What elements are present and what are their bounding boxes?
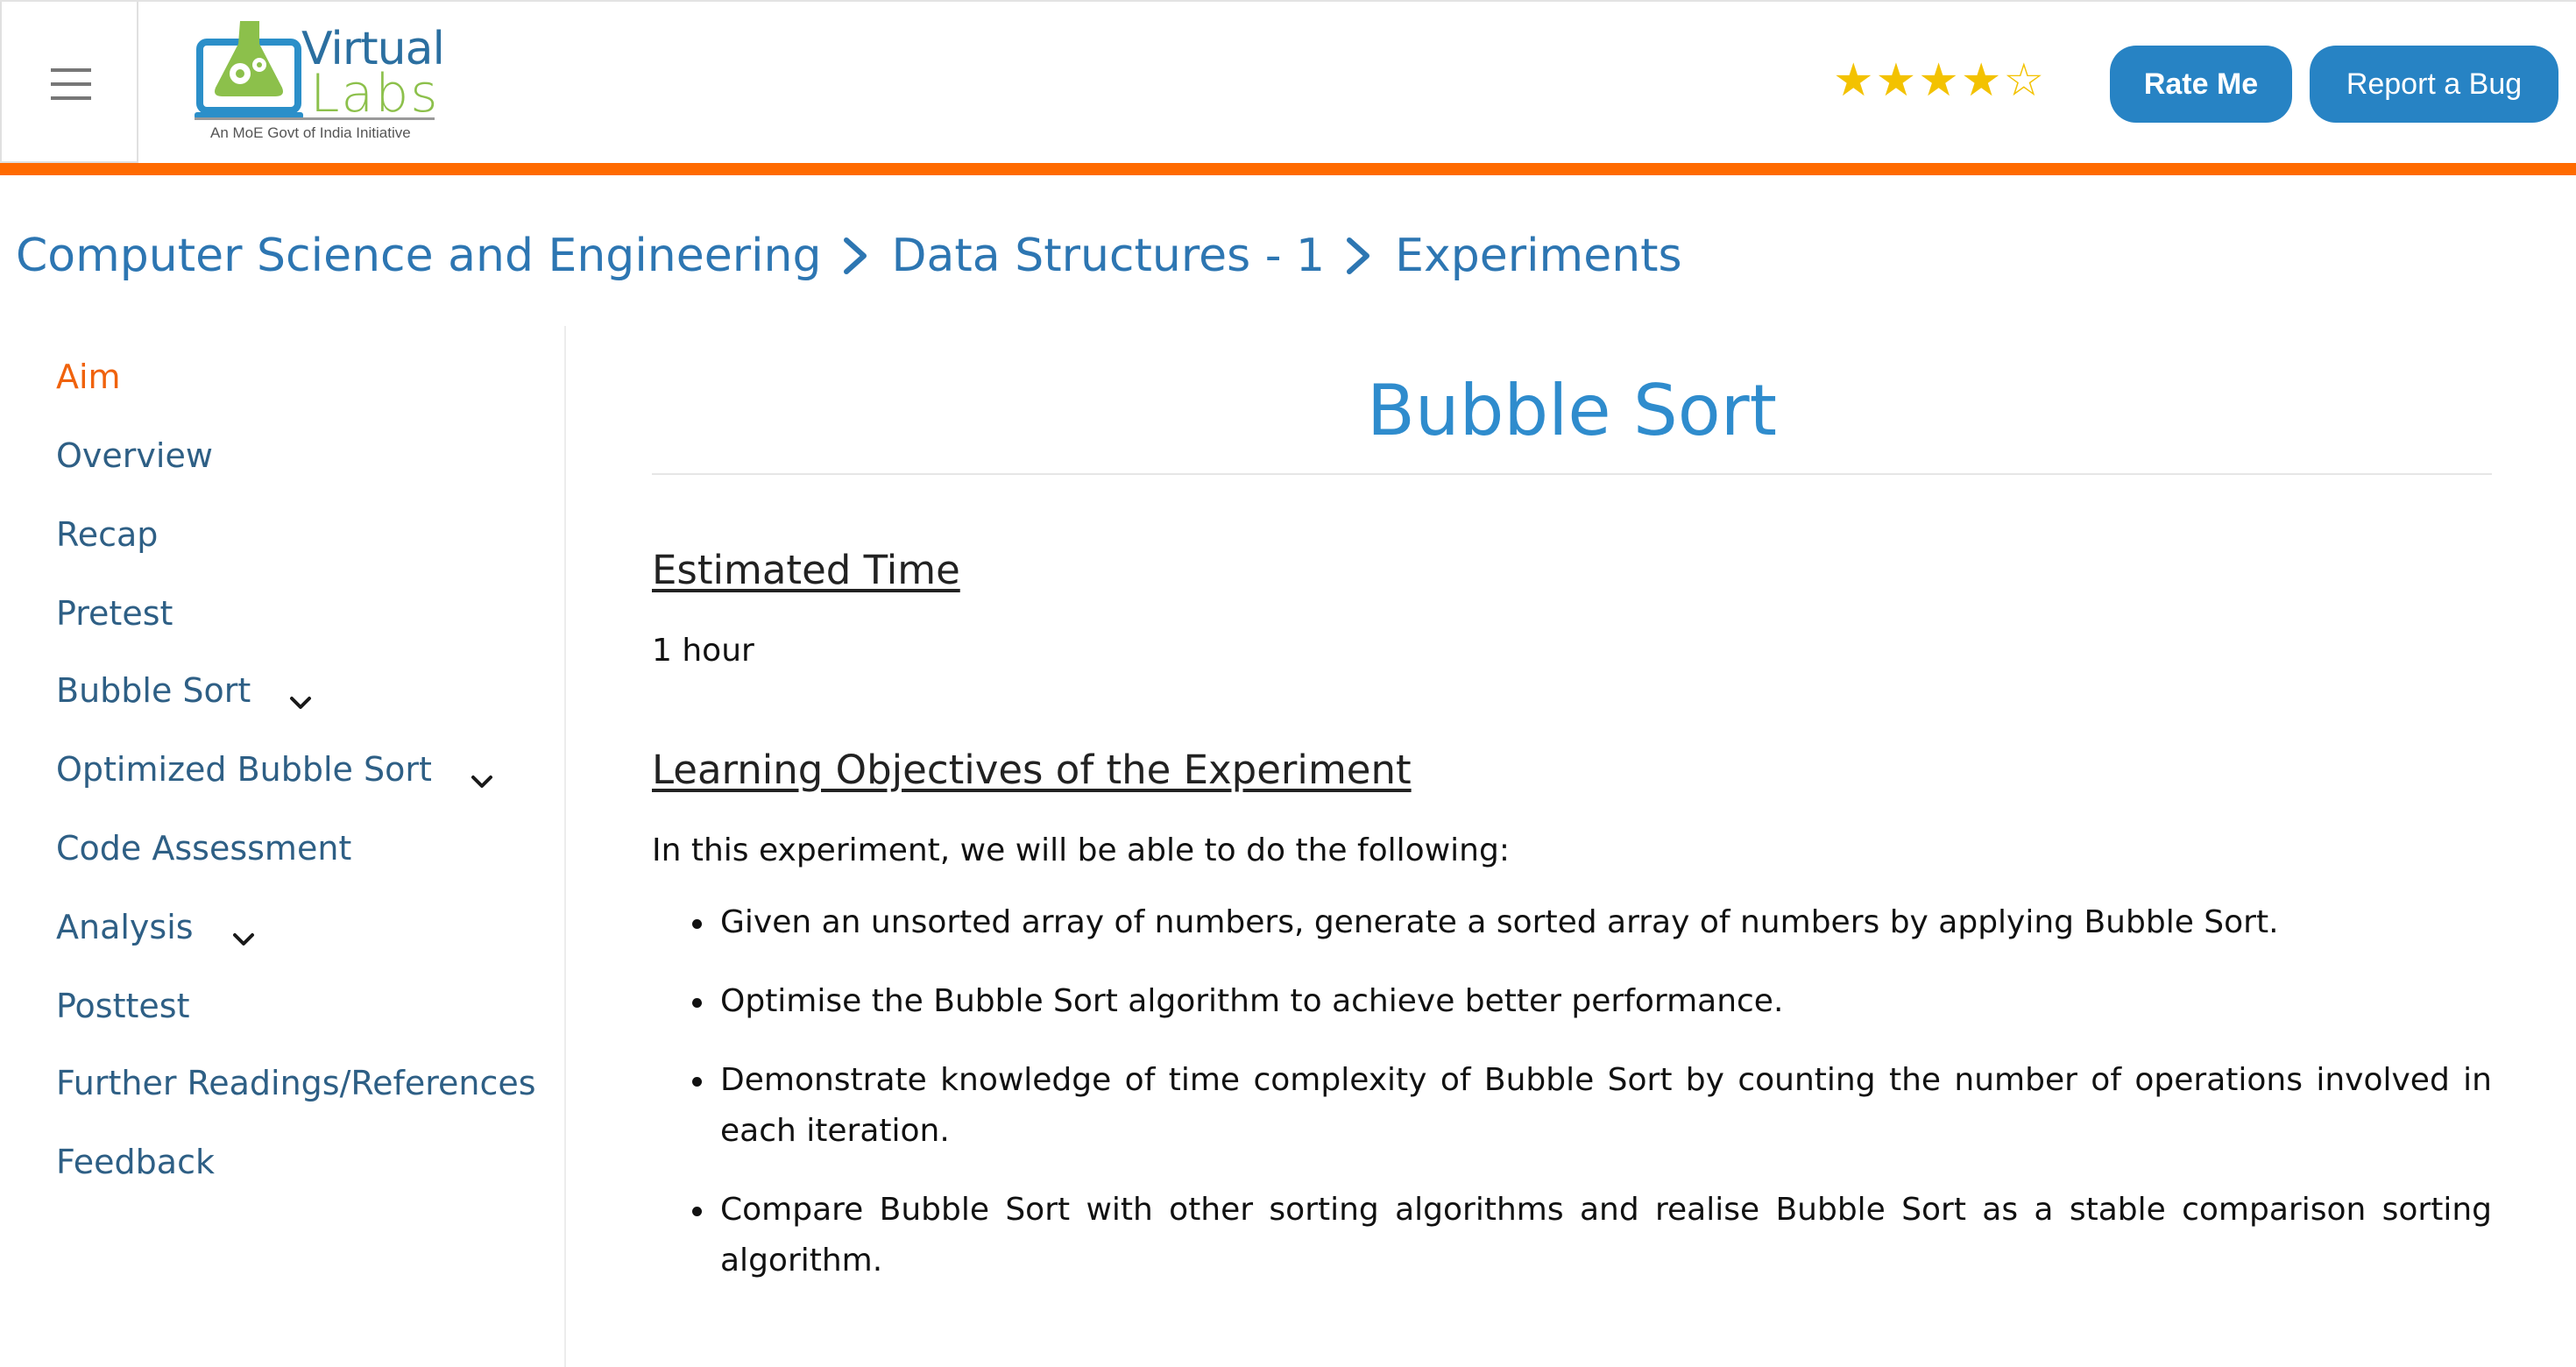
logo-underline xyxy=(195,117,435,120)
hamburger-icon xyxy=(51,68,91,72)
breadcrumb-item-department[interactable]: Computer Science and Engineering xyxy=(16,230,822,282)
chevron-down-icon[interactable] xyxy=(230,918,257,946)
estimated-time-heading: Estimated Time xyxy=(652,547,960,593)
sidebar-item-label: Pretest xyxy=(56,594,173,633)
menu-toggle-button[interactable] xyxy=(0,2,138,163)
logo-word-labs: Labs xyxy=(310,63,440,124)
star-empty-icon[interactable]: ☆ xyxy=(2004,56,2045,105)
objective-text: Compare Bubble Sort with other sorting a… xyxy=(720,1192,2492,1278)
sidebar-item-label: Posttest xyxy=(56,987,190,1025)
sidebar-item-pretest[interactable]: Pretest xyxy=(56,587,173,640)
star-filled-icon[interactable]: ★ xyxy=(1918,56,1959,105)
virtual-labs-logo[interactable]: Virtual Labs An MoE Govt of India Initia… xyxy=(191,14,445,154)
sidebar-item-aim[interactable]: Aim xyxy=(56,351,121,403)
star-filled-icon[interactable]: ★ xyxy=(1876,56,1917,105)
sidebar-nav: Aim Overview Recap Pretest Bubble Sort O… xyxy=(0,326,566,1367)
breadcrumb: Computer Science and Engineering Data St… xyxy=(16,221,1682,291)
chevron-down-icon[interactable] xyxy=(469,761,495,788)
objective-text: Demonstrate knowledge of time complexity… xyxy=(720,1062,2492,1149)
star-filled-icon[interactable]: ★ xyxy=(1961,56,2002,105)
page-title: Bubble Sort xyxy=(1366,370,1777,451)
chevron-right-icon xyxy=(839,235,871,277)
sidebar-item-label: Optimized Bubble Sort xyxy=(56,750,432,789)
sidebar-item-label: Aim xyxy=(56,358,121,396)
sidebar-item-label: Analysis xyxy=(56,908,194,946)
sidebar-item-analysis[interactable]: Analysis xyxy=(56,901,257,953)
flask-monitor-logo-icon xyxy=(195,21,303,119)
sidebar-item-feedback[interactable]: Feedback xyxy=(56,1136,215,1188)
objective-text: Optimise the Bubble Sort algorithm to ac… xyxy=(720,983,1784,1019)
sidebar-item-label: Bubble Sort xyxy=(56,671,251,710)
objective-text: Given an unsorted array of numbers, gene… xyxy=(720,904,2279,940)
sidebar-item-label: Recap xyxy=(56,515,159,554)
bullet-icon xyxy=(692,919,702,929)
estimated-time-value: 1 hour xyxy=(652,633,754,669)
sidebar-item-label: Feedback xyxy=(56,1143,215,1181)
sidebar-item-optimized-bubble-sort[interactable]: Optimized Bubble Sort xyxy=(56,743,495,796)
bullet-icon xyxy=(692,1207,702,1216)
sidebar-item-recap[interactable]: Recap xyxy=(56,508,158,561)
star-rating[interactable]: ★ ★ ★ ★ ☆ xyxy=(1833,56,2044,105)
sidebar-item-further-readings[interactable]: Further Readings/References xyxy=(56,1057,536,1109)
bullet-icon xyxy=(692,1077,702,1087)
hamburger-icon-bar xyxy=(51,82,91,86)
top-header: Virtual Labs An MoE Govt of India Initia… xyxy=(0,0,2576,163)
chevron-right-icon xyxy=(1342,235,1374,277)
sidebar-item-label: Code Assessment xyxy=(56,829,352,868)
breadcrumb-item-experiments[interactable]: Experiments xyxy=(1395,230,1682,282)
objectives-heading: Learning Objectives of the Experiment xyxy=(652,747,1412,793)
star-filled-icon[interactable]: ★ xyxy=(1833,56,1874,105)
sidebar-item-code-assessment[interactable]: Code Assessment xyxy=(56,822,351,875)
sidebar-item-posttest[interactable]: Posttest xyxy=(56,980,189,1032)
chevron-down-icon[interactable] xyxy=(287,682,314,709)
logo-tagline: An MoE Govt of India Initiative xyxy=(210,124,411,141)
title-divider xyxy=(652,473,2492,475)
hamburger-icon-bar xyxy=(51,96,91,100)
sidebar-item-label: Overview xyxy=(56,436,213,475)
sidebar-item-bubble-sort[interactable]: Bubble Sort xyxy=(56,664,314,717)
sidebar-item-label: Further Readings/References xyxy=(56,1064,536,1102)
bullet-icon xyxy=(692,998,702,1008)
objectives-intro: In this experiment, we will be able to d… xyxy=(652,832,1510,868)
header-accent-bar xyxy=(0,163,2576,175)
sidebar-item-overview[interactable]: Overview xyxy=(56,429,213,482)
rate-me-button[interactable]: Rate Me xyxy=(2110,46,2292,123)
report-bug-button[interactable]: Report a Bug xyxy=(2310,46,2558,123)
breadcrumb-item-lab[interactable]: Data Structures - 1 xyxy=(892,230,1326,282)
